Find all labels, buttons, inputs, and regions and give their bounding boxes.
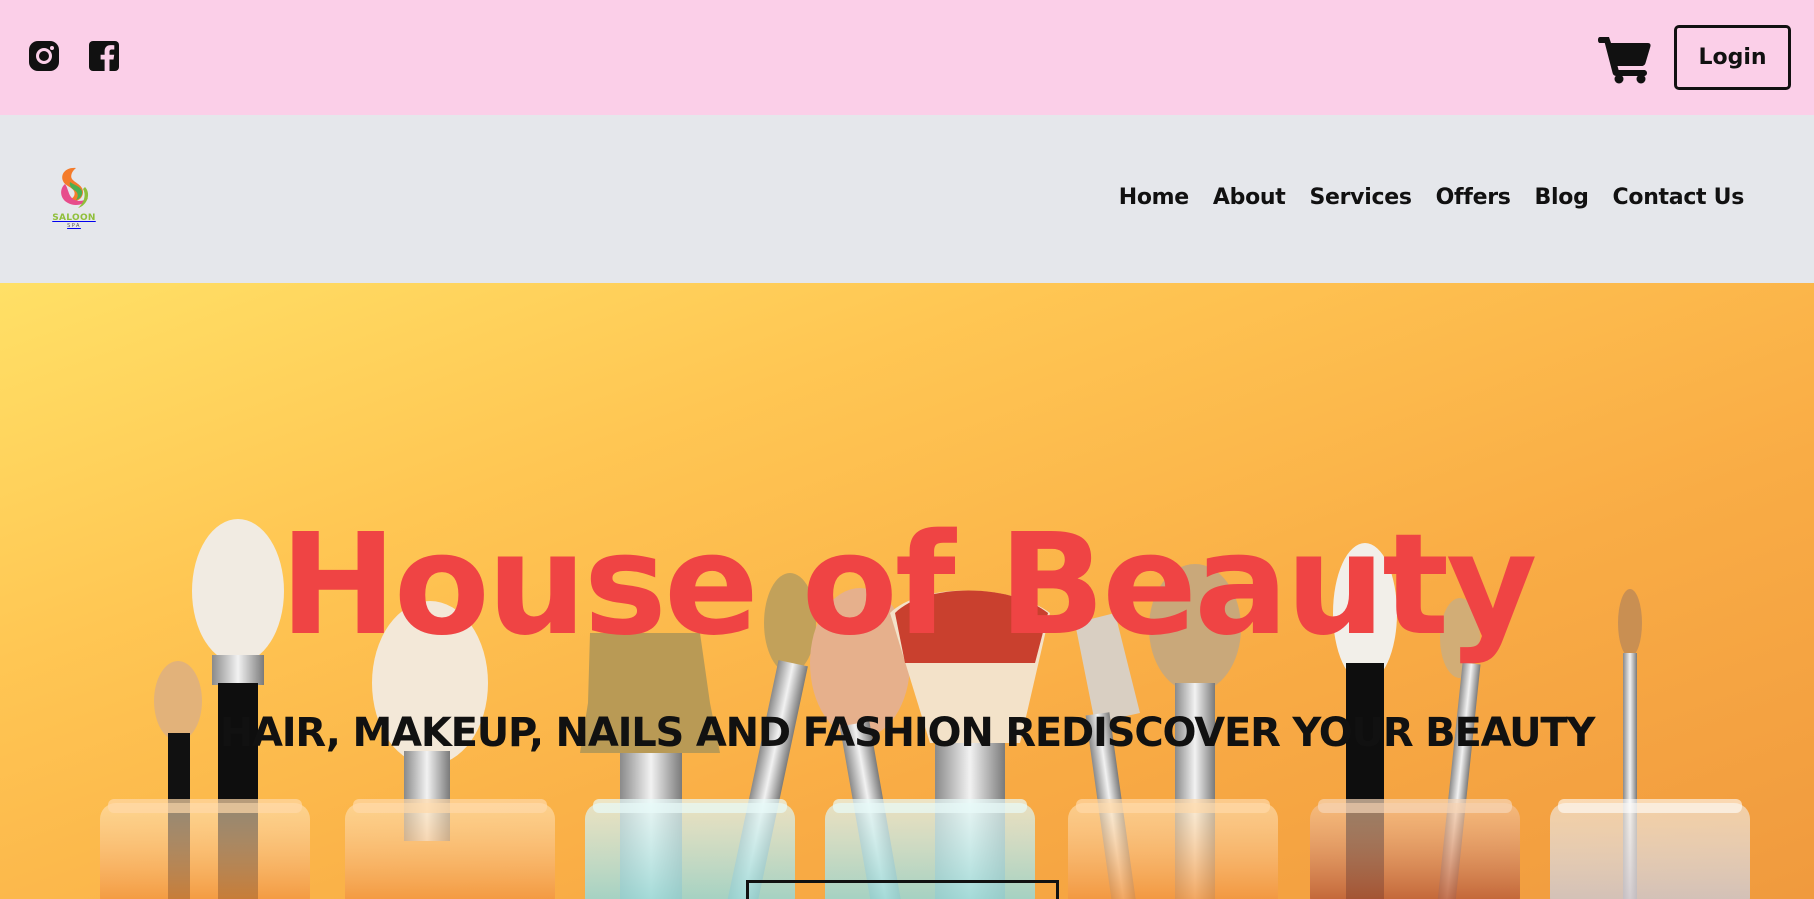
- logo-name: SALOON: [52, 213, 96, 223]
- hero-section: House of Beauty HAIR, MAKEUP, NAILS AND …: [0, 283, 1814, 899]
- nav-link-about[interactable]: About: [1213, 185, 1286, 210]
- nav-link-offers[interactable]: Offers: [1436, 185, 1511, 210]
- facebook-icon: [89, 41, 119, 71]
- instagram-link[interactable]: [28, 40, 60, 72]
- cart-button[interactable]: [1598, 32, 1652, 84]
- logo-subtitle: SPA: [67, 223, 81, 229]
- nav-item-contact: Contact Us: [1613, 185, 1745, 210]
- saloon-spa-logo: [61, 167, 89, 208]
- nav-link-services[interactable]: Services: [1309, 185, 1411, 210]
- hero-subtitle: HAIR, MAKEUP, NAILS AND FASHION REDISCOV…: [219, 710, 1596, 756]
- nav-link-contact-us[interactable]: Contact Us: [1613, 185, 1745, 210]
- nav-item-blog: Blog: [1535, 185, 1589, 210]
- main-navbar: SALOON SPA Home About Services Offers Bl…: [0, 115, 1814, 283]
- top-bar: Login: [0, 0, 1814, 115]
- nav-item-about: About: [1213, 185, 1286, 210]
- social-links: [28, 40, 120, 72]
- nav-link-home[interactable]: Home: [1119, 185, 1189, 210]
- nav-item-home: Home: [1119, 185, 1189, 210]
- nav-link-blog[interactable]: Blog: [1535, 185, 1589, 210]
- logo-link[interactable]: SALOON SPA: [48, 165, 100, 247]
- login-button[interactable]: Login: [1674, 25, 1791, 90]
- nav-links: Home About Services Offers Blog Contact …: [1119, 185, 1745, 210]
- hero-cta-button[interactable]: [746, 880, 1059, 899]
- nav-item-services: Services: [1309, 185, 1411, 210]
- hero-title: House of Beauty: [279, 504, 1538, 667]
- facebook-link[interactable]: [88, 40, 120, 72]
- nav-item-offers: Offers: [1436, 185, 1511, 210]
- shopping-cart-icon: [1598, 37, 1651, 84]
- instagram-icon: [29, 41, 59, 71]
